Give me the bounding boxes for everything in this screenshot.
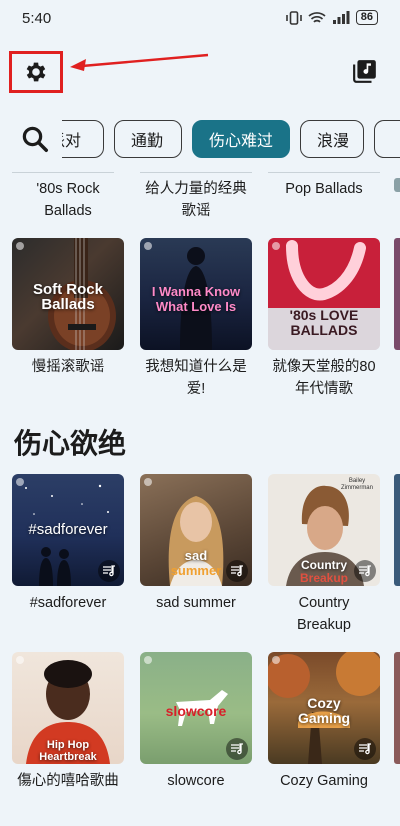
next-card-edge (394, 474, 400, 586)
chip-heartbreak[interactable]: 伤心难过 (192, 120, 290, 158)
tile-art-title: slowcore (165, 703, 227, 719)
divider (268, 172, 380, 173)
tile-art-title: #sadforever (28, 521, 108, 538)
playlist-caption[interactable]: slowcore (140, 770, 252, 792)
playlist-tile-cozy-gaming[interactable]: Cozy Gaming (268, 652, 380, 764)
playlist-tile-sad-summer[interactable]: sad summer (140, 474, 252, 586)
status-bar: 5:40 86 (0, 0, 400, 36)
chip-next[interactable] (374, 120, 400, 158)
playlist-tile-80s-love[interactable]: '80s LOVE BALLADS (268, 238, 380, 350)
pin-dot (144, 656, 152, 664)
playlist-caption[interactable]: 慢摇滚歌谣 (12, 356, 124, 378)
search-icon[interactable] (20, 124, 50, 154)
wifi-icon (308, 11, 326, 23)
playlist-tile-love[interactable]: I Wanna Know What Love Is (140, 238, 252, 350)
playlist-caption[interactable]: Cozy Gaming (268, 770, 380, 792)
next-card-edge (394, 652, 400, 764)
playlist-caption[interactable]: 我想知道什么是爱! (140, 356, 252, 400)
tile-art-subtitle: Heartbreak (39, 751, 97, 763)
pin-dot (16, 656, 24, 664)
pin-dot (16, 242, 24, 250)
pin-dot (272, 656, 280, 664)
annotation-arrow (70, 53, 209, 71)
playlist-caption[interactable]: 给人力量的经典歌谣 (140, 178, 252, 222)
queue-music-icon (231, 743, 243, 755)
playlist-tile-country-breakup[interactable]: Bailey Zimmerman Country Breakup (268, 474, 380, 586)
playlist-caption[interactable]: Pop Ballads (268, 178, 380, 200)
next-card-edge (394, 238, 400, 350)
chip-romance[interactable]: 浪漫 (300, 120, 364, 158)
tile-art-title: Soft Rock Ballads (32, 281, 103, 313)
divider (12, 172, 114, 173)
library-icon[interactable] (352, 58, 378, 84)
signal-icon (332, 10, 350, 24)
playlist-tile-soft-rock[interactable]: Soft Rock Ballads (12, 238, 124, 350)
section-title: 伤心欲绝 (14, 428, 127, 459)
playlist-badge (226, 560, 248, 582)
pin-dot (144, 478, 152, 486)
playlist-tile-sadforever[interactable]: #sadforever (12, 474, 124, 586)
filter-chip-row[interactable]: 派对 通勤 伤心难过 浪漫 (62, 120, 400, 158)
playlist-caption[interactable]: 傷心的嘻哈歌曲 (12, 770, 124, 792)
divider (140, 172, 252, 173)
playlist-badge (354, 560, 376, 582)
playlist-badge (98, 560, 120, 582)
next-card-edge (394, 178, 400, 192)
queue-music-icon (359, 743, 371, 755)
tile-corner-text: Bailey Zimmerman (340, 478, 373, 491)
battery-indicator: 86 (355, 10, 378, 25)
pin-dot (144, 242, 152, 250)
tile-art-title: I Wanna Know What Love Is (151, 284, 241, 314)
status-time: 5:40 (22, 10, 52, 27)
queue-music-icon (103, 565, 115, 577)
pin-dot (272, 242, 280, 250)
playlist-badge (354, 738, 376, 760)
queue-music-icon (231, 565, 243, 577)
playlist-caption[interactable]: 就像天堂般的80年代情歌 (268, 356, 380, 400)
playlist-tile-slowcore[interactable]: slowcore (140, 652, 252, 764)
pin-dot (16, 478, 24, 486)
playlist-badge (226, 738, 248, 760)
tile-art-title: '80s LOVE BALLADS (289, 307, 359, 338)
status-icons: 86 (285, 10, 378, 25)
chip-commute[interactable]: 通勤 (114, 120, 182, 158)
playlist-caption[interactable]: '80s Rock Ballads (12, 178, 124, 222)
chip-party[interactable]: 派对 (62, 120, 104, 158)
vibrate-icon (285, 10, 302, 25)
tile-art-title: Cozy Gaming (297, 695, 351, 726)
settings-button[interactable] (9, 51, 63, 93)
queue-music-icon (359, 565, 371, 577)
gear-icon (26, 62, 46, 82)
playlist-tile-hip-hop-heartbreak[interactable]: Hip Hop Heartbreak (12, 652, 124, 764)
playlist-caption[interactable]: Country Breakup (268, 592, 380, 636)
playlist-caption[interactable]: sad summer (140, 592, 252, 614)
playlist-caption[interactable]: #sadforever (12, 592, 124, 614)
